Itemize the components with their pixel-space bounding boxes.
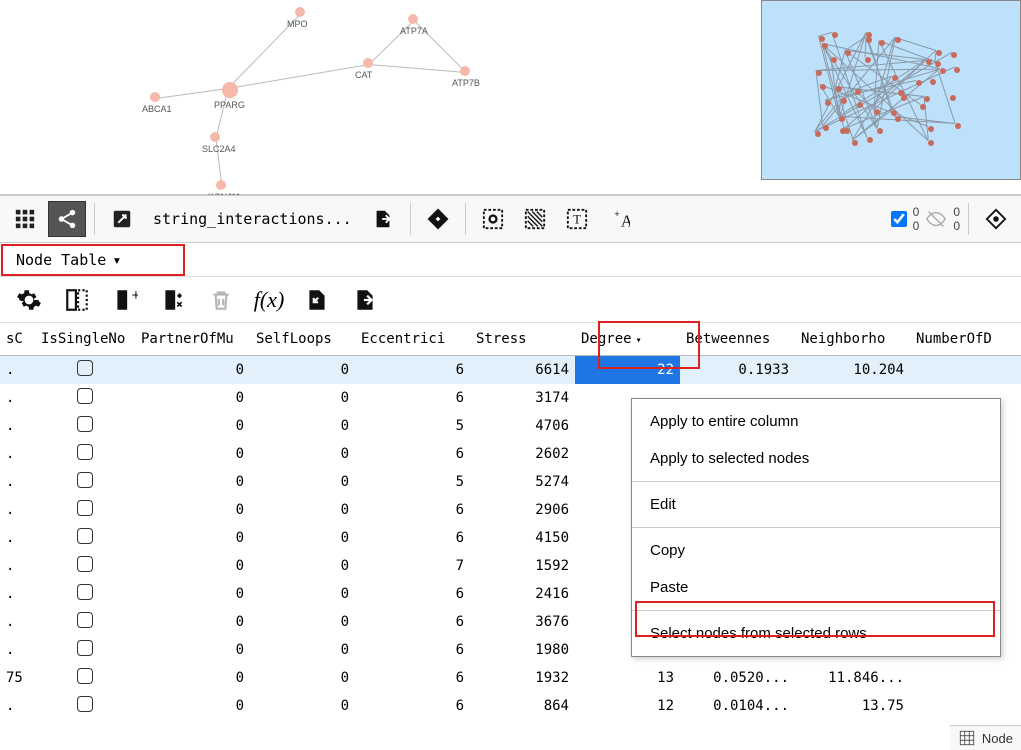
add-annotation-button[interactable]: +A (600, 201, 638, 237)
svg-text:T: T (573, 213, 581, 227)
always-show-graphics-button[interactable] (474, 201, 512, 237)
svg-text:+: + (614, 209, 619, 219)
row-checkbox[interactable] (77, 472, 93, 488)
network-node[interactable] (363, 58, 373, 68)
chevron-down-icon: ▾ (112, 251, 121, 269)
function-builder-icon[interactable]: f(x) (254, 285, 284, 315)
table-panel-tabs: Node Table ▾ (0, 243, 1021, 277)
column-header-sc[interactable]: sC (0, 323, 35, 356)
network-node-label: ABCA1 (142, 104, 172, 114)
column-header-betweennes[interactable]: Betweennes (680, 323, 795, 356)
column-header-selfloops[interactable]: SelfLoops (250, 323, 355, 356)
network-node[interactable] (210, 132, 220, 142)
column-header-issingleno[interactable]: IsSingleNo (35, 323, 135, 356)
table-row[interactable]: .006864120.0104...13.75 (0, 692, 1021, 718)
network-node[interactable] (222, 82, 238, 98)
selection-checkbox[interactable] (891, 211, 907, 227)
table-row[interactable]: 750061932130.0520...11.846... (0, 664, 1021, 692)
network-node-label: ATP7B (452, 78, 480, 88)
node-table-tab[interactable]: Node Table ▾ (8, 247, 129, 273)
fit-content-button[interactable] (419, 201, 457, 237)
svg-text:A: A (621, 211, 630, 230)
network-node-label: CAT (355, 70, 372, 80)
export-table-icon[interactable] (350, 285, 380, 315)
selection-counter: 00 00 (891, 205, 960, 233)
network-name-label: string_interactions... (153, 210, 352, 228)
table-toolbar: + f(x) (0, 277, 1021, 323)
menu-item-apply-to-selected-nodes[interactable]: Apply to selected nodes (632, 440, 1000, 477)
hide-graphics-button[interactable] (516, 201, 554, 237)
menu-item-paste[interactable]: Paste (632, 569, 1000, 606)
menu-divider (632, 481, 1000, 482)
network-node-label: KCNJ11 (208, 192, 241, 195)
row-checkbox[interactable] (77, 528, 93, 544)
gear-icon[interactable] (14, 285, 44, 315)
menu-item-select-nodes-from-selected-rows[interactable]: Select nodes from selected rows (632, 615, 1000, 652)
row-checkbox[interactable] (77, 500, 93, 516)
node-status-icon (958, 729, 976, 747)
column-header-partnerofmu[interactable]: PartnerOfMu (135, 323, 250, 356)
table-row[interactable]: .0066614220.193310.204 (0, 356, 1021, 385)
row-checkbox[interactable] (77, 388, 93, 404)
network-node-label: MPO (287, 19, 308, 29)
menu-item-apply-to-entire-column[interactable]: Apply to entire column (632, 403, 1000, 440)
network-node-label: PPARG (214, 100, 245, 110)
column-header-neighborho[interactable]: Neighborho (795, 323, 910, 356)
column-header-degree[interactable]: Degree▾ (575, 323, 680, 356)
add-column-icon[interactable]: + (110, 285, 140, 315)
import-table-icon[interactable] (302, 285, 332, 315)
row-checkbox[interactable] (77, 416, 93, 432)
crosshair-button[interactable] (977, 201, 1015, 237)
row-checkbox[interactable] (77, 612, 93, 628)
sort-indicator-icon: ▾ (636, 335, 642, 346)
column-header-eccentrici[interactable]: Eccentrici (355, 323, 470, 356)
detach-view-button[interactable] (103, 201, 141, 237)
column-header-stress[interactable]: Stress (470, 323, 575, 356)
network-node[interactable] (408, 14, 418, 24)
export-network-button[interactable] (364, 201, 402, 237)
column-context-menu: Apply to entire columnApply to selected … (631, 398, 1001, 657)
svg-text:+: + (132, 287, 139, 304)
main-toolbar: string_interactions... T +A 00 00 (0, 195, 1021, 243)
hidden-eye-icon (925, 208, 947, 230)
row-checkbox[interactable] (77, 696, 93, 712)
row-checkbox[interactable] (77, 668, 93, 684)
menu-item-edit[interactable]: Edit (632, 486, 1000, 523)
column-header-numberofd[interactable]: NumberOfD (910, 323, 1021, 356)
grid-view-button[interactable] (6, 201, 44, 237)
network-node[interactable] (150, 92, 160, 102)
menu-divider (632, 610, 1000, 611)
row-checkbox[interactable] (77, 584, 93, 600)
network-node-label: SLC2A4 (202, 144, 236, 154)
row-checkbox[interactable] (77, 360, 93, 376)
main-network-canvas[interactable]: MPO ATP7A CAT ATP7B ABCA1 PPARG SLC2A4 KCNJ11 (0, 0, 740, 195)
network-view[interactable]: MPO ATP7A CAT ATP7B ABCA1 PPARG SLC2A4 KCNJ11 (0, 0, 1021, 195)
menu-item-copy[interactable]: Copy (632, 532, 1000, 569)
table-header-row: sCIsSingleNoPartnerOfMuSelfLoopsEccentri… (0, 323, 1021, 356)
network-overview-panel[interactable] (761, 0, 1021, 180)
menu-divider (632, 527, 1000, 528)
show-label-button[interactable]: T (558, 201, 596, 237)
row-checkbox[interactable] (77, 444, 93, 460)
network-node[interactable] (460, 66, 470, 76)
columns-icon[interactable] (62, 285, 92, 315)
network-node[interactable] (216, 180, 226, 190)
status-bar: Node (950, 725, 1021, 750)
row-checkbox[interactable] (77, 640, 93, 656)
share-view-button[interactable] (48, 201, 86, 237)
network-node[interactable] (295, 7, 305, 17)
duplicate-column-icon[interactable] (158, 285, 188, 315)
network-node-label: ATP7A (400, 26, 428, 36)
row-checkbox[interactable] (77, 556, 93, 572)
delete-icon (206, 285, 236, 315)
